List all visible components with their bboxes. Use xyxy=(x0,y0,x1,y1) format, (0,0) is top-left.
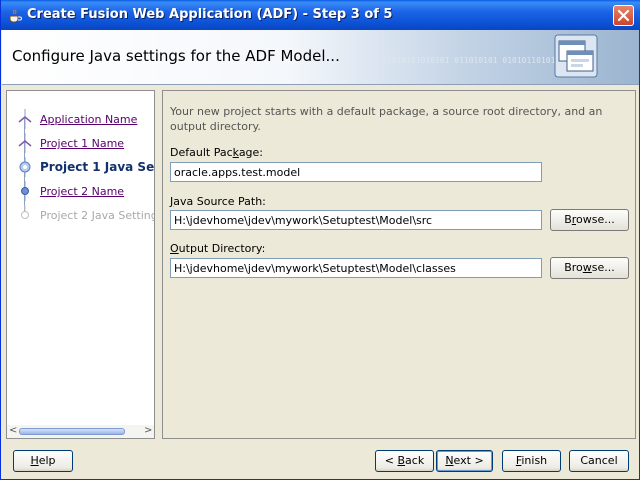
horizontal-scrollbar[interactable]: < > xyxy=(7,425,154,438)
scroll-thumb[interactable] xyxy=(19,428,125,435)
step-label[interactable]: Project 1 Name xyxy=(40,137,124,150)
java-cup-icon xyxy=(9,9,22,23)
step-application-name[interactable]: Application Name xyxy=(18,109,154,129)
scroll-left-icon[interactable]: < xyxy=(9,425,17,436)
java-source-path-label: Java Source Path: xyxy=(170,195,266,208)
page-title: Configure Java settings for the ADF Mode… xyxy=(12,47,340,65)
wizard-windows-icon xyxy=(554,34,598,78)
finish-button[interactable]: Finish xyxy=(502,450,561,472)
steps-list: Application Name Project 1 Name Project … xyxy=(7,91,154,425)
step-visited-icon xyxy=(18,133,32,153)
next-button[interactable]: Next > xyxy=(436,450,493,472)
step-project-2-java-settings: Project 2 Java Settings xyxy=(18,205,154,225)
description-text: Your new project starts with a default p… xyxy=(170,105,603,133)
window-title: Create Fusion Web Application (ADF) - St… xyxy=(27,7,393,22)
java-source-path-input[interactable]: H:\jdevhome\jdev\mywork\Setuptest\Model\… xyxy=(170,210,542,230)
help-button[interactable]: Help xyxy=(13,450,73,472)
step-current-icon xyxy=(19,157,31,177)
wizard-steps-panel: Application Name Project 1 Name Project … xyxy=(6,90,155,439)
dialog-window: Create Fusion Web Application (ADF) - St… xyxy=(0,0,640,480)
browse-source-button[interactable]: Browse... xyxy=(550,209,629,231)
step-pending-icon xyxy=(21,181,29,201)
step-project-1-java-settings[interactable]: Project 1 Java Setti xyxy=(18,157,154,177)
close-icon xyxy=(617,9,630,22)
step-disabled-icon xyxy=(21,205,29,219)
cancel-button[interactable]: Cancel xyxy=(569,450,629,472)
scroll-right-icon[interactable]: > xyxy=(144,425,152,436)
step-label[interactable]: Project 1 Java Setti xyxy=(40,160,154,174)
close-button[interactable] xyxy=(613,5,634,26)
back-button[interactable]: < Back xyxy=(375,450,434,472)
settings-panel: Your new project starts with a default p… xyxy=(162,90,636,439)
header-decoration: 01010101010101 011010101 01010110101 xyxy=(382,56,556,65)
step-project-2-name[interactable]: Project 2 Name xyxy=(18,181,154,201)
step-label[interactable]: Project 2 Name xyxy=(40,185,124,198)
title-bar: Create Fusion Web Application (ADF) - St… xyxy=(1,0,640,30)
step-label[interactable]: Application Name xyxy=(40,113,137,126)
default-package-label: Default Package: xyxy=(170,146,264,159)
browse-output-button[interactable]: Browse... xyxy=(550,257,629,279)
output-directory-input[interactable]: H:\jdevhome\jdev\mywork\Setuptest\Model\… xyxy=(170,258,542,278)
step-project-1-name[interactable]: Project 1 Name xyxy=(18,133,154,153)
step-label: Project 2 Java Settings xyxy=(40,209,154,222)
default-package-input[interactable]: oracle.apps.test.model xyxy=(170,162,542,182)
step-visited-icon xyxy=(18,109,32,129)
output-directory-label: Output Directory: xyxy=(170,242,266,255)
wizard-header: 01010101010101 011010101 01010110101 Con… xyxy=(2,30,639,85)
